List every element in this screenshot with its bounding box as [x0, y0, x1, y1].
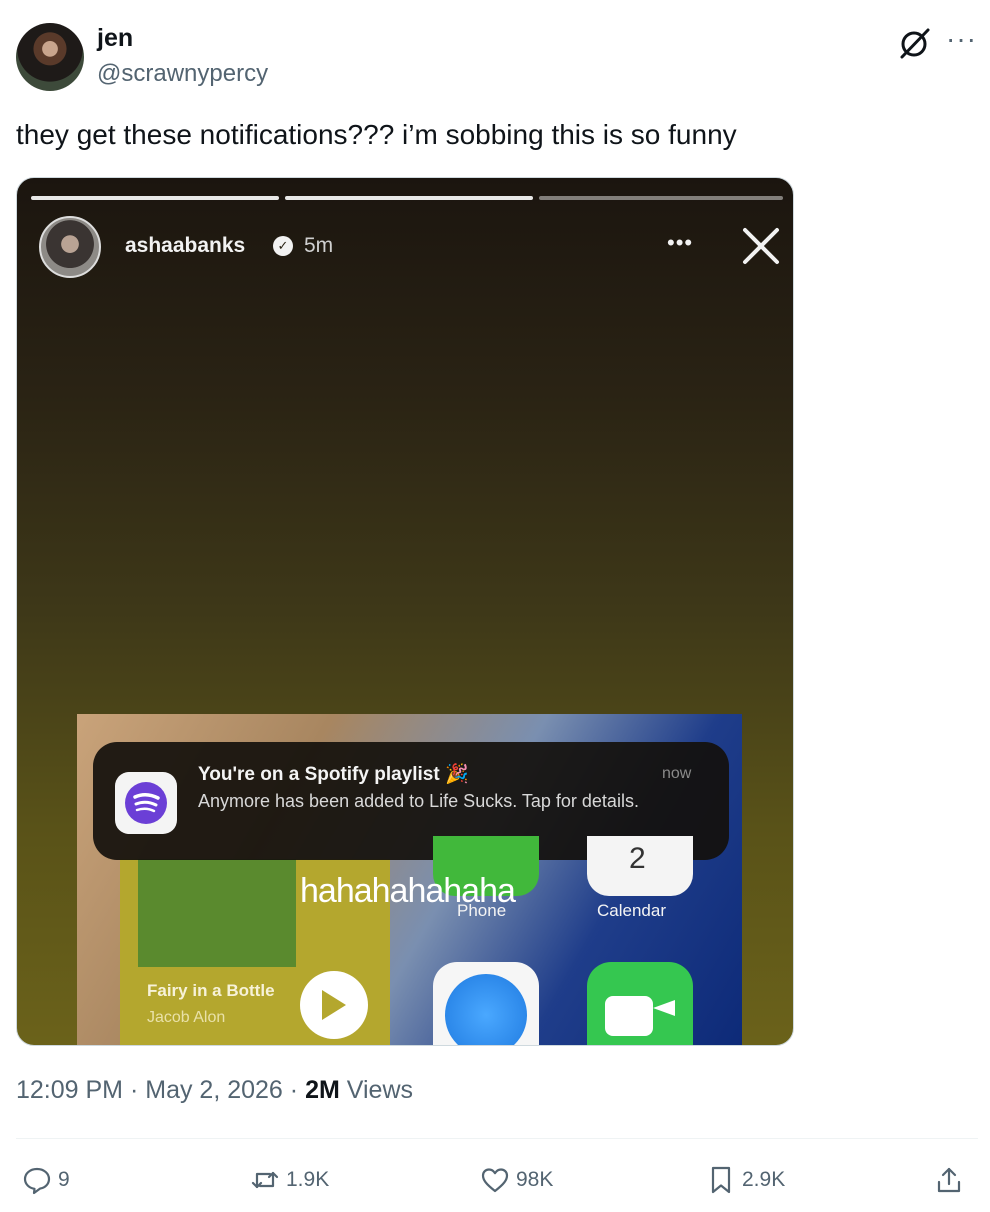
- share-icon: [937, 1167, 961, 1193]
- story-more-icon: •••: [667, 230, 694, 255]
- widget-song-title: Fairy in a Bottle: [147, 981, 275, 1000]
- views-count: 2M: [305, 1076, 340, 1104]
- calendar-day: 2: [629, 842, 646, 875]
- story-progress-1: [31, 196, 279, 200]
- close-icon: [743, 228, 779, 264]
- notification-title: You're on a Spotify playlist 🎉: [198, 764, 469, 785]
- author-avatar[interactable]: [16, 23, 84, 91]
- tweet-media[interactable]: ashaabanks ✓ 5m ••• Fairy in a Bottle Ja…: [16, 177, 794, 1046]
- tweet-date: May 2, 2026: [145, 1076, 283, 1104]
- views-label: Views: [346, 1076, 414, 1104]
- video-camera-lens-icon: [653, 1000, 675, 1016]
- separator: ·: [129, 1076, 139, 1104]
- repost-count: 1.9K: [286, 1168, 330, 1191]
- reply-button[interactable]: 9: [22, 1160, 70, 1200]
- notification-time: now: [662, 765, 692, 782]
- reply-icon: [23, 1167, 51, 1195]
- story-age: 5m: [304, 234, 334, 257]
- like-count: 98K: [516, 1168, 554, 1191]
- play-icon: [322, 990, 346, 1020]
- share-button[interactable]: [934, 1160, 964, 1200]
- story-progress-2: [285, 196, 533, 200]
- author-handle[interactable]: @scrawnypercy: [97, 60, 268, 88]
- repost-button[interactable]: 1.9K: [250, 1160, 329, 1200]
- grok-icon[interactable]: [898, 26, 932, 60]
- tweet-text: they get these notifications??? i’m sobb…: [16, 119, 737, 150]
- story-avatar: [39, 216, 101, 278]
- video-camera-icon: [605, 996, 653, 1036]
- repost-icon: [251, 1171, 279, 1189]
- more-icon[interactable]: ···: [946, 24, 977, 54]
- notification-body: Anymore has been added to Life Sucks. Ta…: [198, 791, 639, 811]
- like-button[interactable]: 98K: [480, 1160, 553, 1200]
- reply-count: 9: [58, 1168, 70, 1191]
- album-art-placeholder: [138, 859, 296, 967]
- tweet-timestamp[interactable]: 12:09 PM · May 2, 2026 · 2M Views: [16, 1076, 413, 1105]
- compass-icon: [445, 974, 527, 1045]
- story-progress-3: [539, 196, 783, 200]
- separator: ·: [289, 1076, 299, 1104]
- verified-icon: ✓: [273, 236, 293, 256]
- author-name[interactable]: jen: [97, 24, 133, 53]
- bookmark-count: 2.9K: [742, 1168, 786, 1191]
- like-icon: [481, 1168, 509, 1193]
- bookmark-icon: [711, 1166, 731, 1194]
- widget-artist: Jacob Alon: [147, 1009, 226, 1026]
- divider: [16, 1138, 978, 1139]
- tweet-time: 12:09 PM: [16, 1076, 124, 1104]
- story-caption: hahahahahaha: [300, 872, 516, 910]
- story-username: ashaabanks: [125, 234, 246, 257]
- bookmark-button[interactable]: 2.9K: [706, 1160, 785, 1200]
- spotify-icon: [125, 782, 167, 824]
- calendar-app-label: Calendar: [597, 901, 666, 920]
